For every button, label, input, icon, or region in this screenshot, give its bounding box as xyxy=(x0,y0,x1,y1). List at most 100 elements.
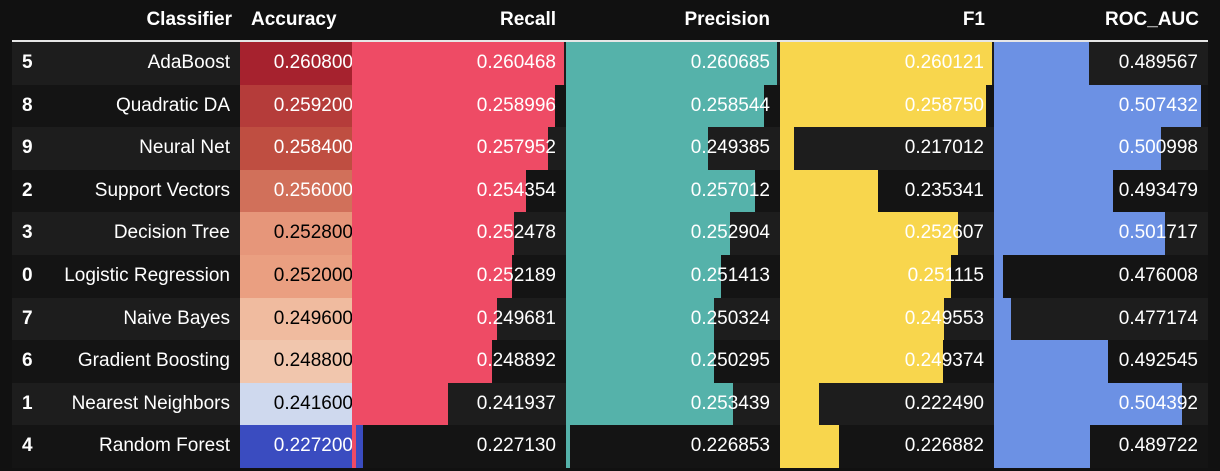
precision-cell: 0.253439 xyxy=(566,382,780,426)
recall-value: 0.257952 xyxy=(476,137,556,159)
precision-bar xyxy=(566,127,709,170)
f1-bar xyxy=(780,127,794,170)
f1-cell: 0.252607 xyxy=(780,212,994,255)
classifier-name: Neural Net xyxy=(139,137,230,159)
accuracy-cell: 0.260800 xyxy=(240,42,363,85)
row-index: 0 xyxy=(22,265,33,286)
f1-cell: 0.251115 xyxy=(780,255,994,298)
f1-bar xyxy=(780,169,879,213)
roc-auc-value: 0.500998 xyxy=(1118,137,1198,159)
f1-bar xyxy=(780,382,820,426)
roc-auc-value: 0.489567 xyxy=(1118,52,1198,73)
recall-value: 0.252478 xyxy=(476,222,556,244)
f1-value: 0.222490 xyxy=(904,392,984,414)
recall-cell: 0.260468 xyxy=(352,42,566,85)
header-f1: F1 xyxy=(962,9,985,30)
roc-auc-bar xyxy=(994,425,1090,468)
accuracy-cell: 0.252800 xyxy=(240,212,363,255)
precision-value: 0.252904 xyxy=(690,222,770,244)
header-roc-auc: ROC_AUC xyxy=(1105,9,1199,30)
recall-cell: 0.252189 xyxy=(352,255,566,298)
accuracy-cell: 0.227200 xyxy=(240,425,363,468)
f1-cell: 0.226882 xyxy=(780,425,994,468)
roc-auc-value: 0.492545 xyxy=(1118,350,1198,372)
precision-cell: 0.258544 xyxy=(566,84,780,128)
f1-bar xyxy=(780,425,840,468)
accuracy-cell: 0.241600 xyxy=(240,382,363,426)
classifier-name: Nearest Neighbors xyxy=(71,392,230,414)
row-index: 2 xyxy=(22,179,33,201)
row-index: 8 xyxy=(22,94,33,116)
row-index: 9 xyxy=(22,137,33,159)
f1-value: 0.251115 xyxy=(907,265,984,286)
precision-cell: 0.249385 xyxy=(566,127,780,170)
recall-cell: 0.254354 xyxy=(352,169,566,213)
recall-bar xyxy=(352,297,497,341)
recall-cell: 0.248892 xyxy=(352,340,566,383)
header-accuracy: Accuracy xyxy=(251,9,337,30)
table-row: 2 Support Vectors 0.256000 0.254354 0.257012… xyxy=(12,169,1208,213)
recall-cell: 0.252478 xyxy=(352,212,566,255)
classifier-name: Support Vectors xyxy=(94,179,230,201)
roc-auc-bar xyxy=(994,42,1089,85)
f1-value: 0.226882 xyxy=(904,435,984,457)
roc-auc-cell: 0.504392 xyxy=(994,382,1208,426)
table-row: 6 Gradient Boosting 0.248800 0.248892 0.2502… xyxy=(12,340,1208,383)
header-precision: Precision xyxy=(684,9,770,30)
precision-value: 0.226853 xyxy=(690,435,770,457)
row-index: 1 xyxy=(22,392,33,414)
row-index: 6 xyxy=(22,350,33,372)
table-row: 5 AdaBoost 0.260800 0.260468 0.260685 0.26012… xyxy=(12,42,1208,85)
roc-auc-value: 0.507432 xyxy=(1118,94,1198,116)
precision-cell: 0.257012 xyxy=(566,169,780,213)
accuracy-cell: 0.259200 xyxy=(240,84,363,128)
recall-cell: 0.227130 xyxy=(352,425,566,468)
roc-auc-cell: 0.477174 xyxy=(994,297,1208,341)
row-index: 4 xyxy=(22,435,33,457)
f1-cell: 0.235341 xyxy=(780,169,994,213)
roc-auc-value: 0.493479 xyxy=(1118,179,1198,201)
row-index: 3 xyxy=(22,222,33,244)
recall-value: 0.258996 xyxy=(476,94,556,116)
accuracy-cell: 0.256000 xyxy=(240,169,363,213)
roc-auc-cell: 0.507432 xyxy=(994,84,1208,128)
f1-cell: 0.258750 xyxy=(780,84,994,128)
accuracy-cell: 0.248800 xyxy=(240,340,363,383)
precision-cell: 0.260685 xyxy=(566,42,780,85)
classifier-name: Quadratic DA xyxy=(115,94,230,116)
precision-cell: 0.252904 xyxy=(566,212,780,255)
classifier-name: Naive Bayes xyxy=(123,307,230,329)
roc-auc-value: 0.504392 xyxy=(1118,392,1198,414)
roc-auc-cell: 0.492545 xyxy=(994,340,1208,383)
roc-auc-bar xyxy=(994,255,1004,298)
table-row: 3 Decision Tree 0.252800 0.252478 0.252904 0.… xyxy=(12,212,1208,255)
f1-value: 0.249374 xyxy=(904,350,984,372)
table-row: 4 Random Forest 0.227200 0.227130 0.226853 0.… xyxy=(12,425,1208,468)
table-row: 8 Quadratic DA 0.259200 0.258996 0.258544 0.2… xyxy=(12,84,1208,128)
row-index: 5 xyxy=(22,52,33,73)
recall-cell: 0.241937 xyxy=(352,382,566,426)
precision-cell: 0.250295 xyxy=(566,340,780,383)
f1-value: 0.252607 xyxy=(904,222,984,244)
roc-auc-bar xyxy=(994,169,1114,213)
recall-value: 0.249681 xyxy=(476,307,556,329)
precision-value: 0.260685 xyxy=(690,52,770,73)
roc-auc-value: 0.477174 xyxy=(1118,307,1198,329)
f1-cell: 0.217012 xyxy=(780,127,994,170)
recall-cell: 0.258996 xyxy=(352,84,566,128)
header-classifier: Classifier xyxy=(146,9,232,30)
recall-cell: 0.257952 xyxy=(352,127,566,170)
roc-auc-cell: 0.476008 xyxy=(994,255,1208,298)
precision-value: 0.250295 xyxy=(690,350,770,372)
roc-auc-value: 0.476008 xyxy=(1118,265,1198,286)
classifier-name: Logistic Regression xyxy=(64,265,230,286)
precision-value: 0.253439 xyxy=(690,392,770,414)
table-row: 0 Logistic Regression 0.252000 0.252189 0.25… xyxy=(12,255,1208,298)
f1-value: 0.235341 xyxy=(904,179,984,201)
styled-dataframe-table: Classifier Accuracy Recall Precision F1 … xyxy=(0,0,1220,471)
recall-value: 0.254354 xyxy=(476,179,556,201)
precision-cell: 0.251413 xyxy=(566,255,780,298)
roc-auc-cell: 0.501717 xyxy=(994,212,1208,255)
recall-value: 0.252189 xyxy=(476,265,556,286)
f1-cell: 0.260121 xyxy=(780,42,994,85)
